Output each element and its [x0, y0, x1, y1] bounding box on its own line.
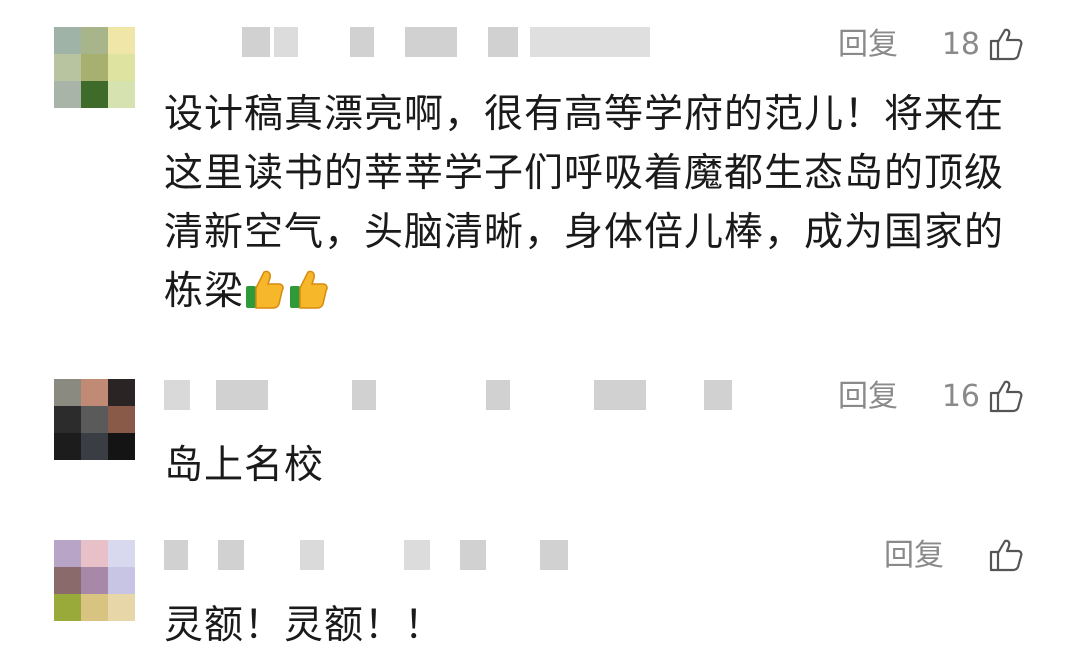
- avatar-mosaic-cell: [54, 540, 81, 567]
- avatar-mosaic-cell: [108, 379, 135, 406]
- comment-text: 岛上名校: [164, 443, 325, 488]
- like-count: 18: [941, 27, 980, 62]
- comment-text: 灵额！灵额！！: [164, 603, 445, 648]
- thumbs-up-icon[interactable]: [988, 537, 1024, 573]
- avatar-mosaic-cell: [108, 540, 135, 567]
- avatar-mosaic-cell: [54, 406, 81, 433]
- avatar-mosaic-cell: [81, 54, 108, 81]
- reply-button[interactable]: 回复: [884, 536, 944, 576]
- avatar-mosaic-cell: [81, 567, 108, 594]
- avatar[interactable]: [54, 27, 135, 108]
- avatar-mosaic-cell: [108, 81, 135, 108]
- avatar-mosaic-cell: [81, 433, 108, 460]
- username-blurred[interactable]: [220, 27, 700, 57]
- avatar-mosaic-cell: [81, 540, 108, 567]
- thumbs-up-icon[interactable]: [988, 26, 1024, 62]
- avatar-mosaic-cell: [54, 433, 81, 460]
- username-blurred[interactable]: [164, 540, 584, 570]
- avatar-mosaic-cell: [81, 406, 108, 433]
- avatar-mosaic-cell: [81, 379, 108, 406]
- avatar-mosaic-cell: [54, 379, 81, 406]
- thumbs-up-emoji-icon: [246, 270, 284, 309]
- avatar[interactable]: [54, 540, 135, 621]
- avatar-mosaic-cell: [54, 54, 81, 81]
- reply-button[interactable]: 回复: [838, 377, 898, 417]
- avatar-mosaic-cell: [81, 27, 108, 54]
- avatar-mosaic-cell: [108, 594, 135, 621]
- avatar-mosaic-cell: [108, 54, 135, 81]
- avatar-mosaic-cell: [108, 406, 135, 433]
- comment-text: 设计稿真漂亮啊，很有高等学府的范儿！将来在这里读书的莘莘学子们呼吸着魔都生态岛的…: [164, 92, 1005, 314]
- avatar-mosaic-cell: [54, 567, 81, 594]
- avatar[interactable]: [54, 379, 135, 460]
- avatar-mosaic-cell: [81, 81, 108, 108]
- thumbs-up-icon[interactable]: [988, 378, 1024, 414]
- avatar-mosaic-cell: [54, 594, 81, 621]
- avatar-mosaic-cell: [54, 27, 81, 54]
- avatar-mosaic-cell: [108, 567, 135, 594]
- reply-button[interactable]: 回复: [838, 25, 898, 65]
- avatar-mosaic-cell: [81, 594, 108, 621]
- username-blurred[interactable]: [164, 380, 744, 410]
- avatar-mosaic-cell: [54, 81, 81, 108]
- avatar-mosaic-cell: [108, 433, 135, 460]
- like-count: 16: [941, 379, 980, 414]
- avatar-mosaic-cell: [108, 27, 135, 54]
- thumbs-up-emoji-icon: [290, 270, 328, 309]
